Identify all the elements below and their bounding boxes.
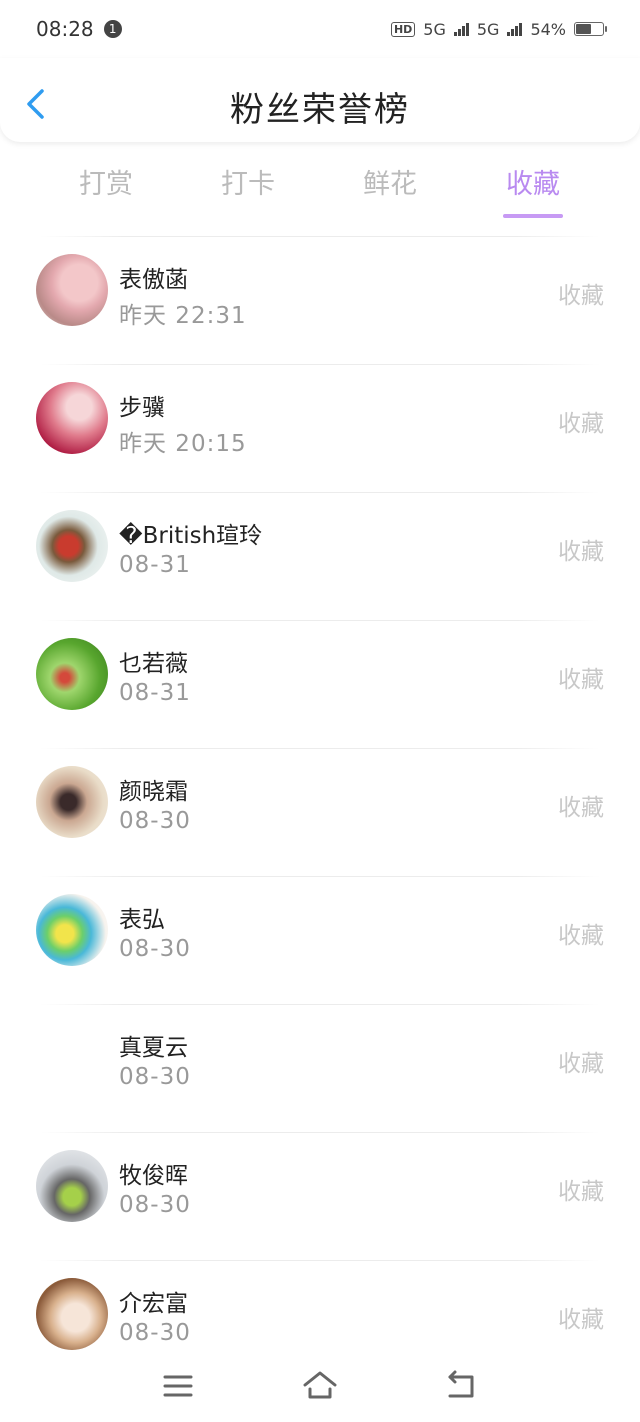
- status-left: 08:28 1: [36, 17, 122, 41]
- divider: [40, 876, 600, 877]
- avatar: [36, 894, 108, 966]
- fan-name: 介宏富: [119, 1291, 188, 1317]
- home-icon[interactable]: [302, 1368, 338, 1404]
- fan-time: 昨天 22:31: [119, 303, 247, 329]
- status-right: HD 5G 5G 54%: [390, 19, 607, 39]
- fan-time: 08-30: [119, 936, 191, 962]
- clock: 08:28: [36, 17, 94, 41]
- avatar: [36, 1278, 108, 1350]
- fan-name: �British瑄玲: [119, 523, 263, 549]
- fan-name: 步骥: [119, 395, 165, 421]
- fan-time: 08-31: [119, 552, 191, 578]
- list-item[interactable]: �British瑄玲 08-31 收藏: [0, 492, 640, 620]
- list-item[interactable]: 乜若薇 08-31 收藏: [0, 620, 640, 748]
- list-item[interactable]: 颜晓霜 08-30 收藏: [0, 748, 640, 876]
- network-label-2: 5G: [476, 19, 500, 39]
- signal-icon-2: [507, 22, 523, 36]
- fan-time: 08-30: [119, 1192, 191, 1218]
- avatar: [36, 254, 108, 326]
- divider: [40, 1004, 600, 1005]
- signal-icon: [453, 22, 469, 36]
- system-nav-bar: [0, 1356, 640, 1422]
- action-label: 收藏: [558, 795, 604, 821]
- avatar: [36, 1150, 108, 1222]
- action-label: 收藏: [558, 923, 604, 949]
- fan-name: 乜若薇: [119, 651, 188, 677]
- header-bar: 粉丝荣誉榜: [0, 58, 640, 142]
- fan-name: 表弘: [119, 907, 165, 933]
- tab-favorites[interactable]: 收藏: [473, 162, 593, 218]
- divider: [40, 620, 600, 621]
- list-item[interactable]: 步骥 昨天 20:15 收藏: [0, 364, 640, 492]
- tab-bar: 打赏 打卡 鲜花 收藏: [0, 150, 640, 220]
- action-label: 收藏: [558, 283, 604, 309]
- list-item[interactable]: 牧俊晖 08-30 收藏: [0, 1132, 640, 1260]
- fan-name: 颜晓霜: [119, 779, 188, 805]
- action-label: 收藏: [558, 539, 604, 565]
- fan-list: 表傲菡 昨天 22:31 收藏 步骥 昨天 20:15 收藏 �British瑄…: [0, 236, 640, 1388]
- tab-label: 打卡: [221, 169, 275, 200]
- list-item[interactable]: 表弘 08-30 收藏: [0, 876, 640, 1004]
- tab-checkin[interactable]: 打卡: [188, 162, 308, 201]
- action-label: 收藏: [558, 411, 604, 437]
- action-label: 收藏: [558, 667, 604, 693]
- list-item[interactable]: 表傲菡 昨天 22:31 收藏: [0, 236, 640, 364]
- avatar: [36, 1022, 108, 1094]
- fan-time: 08-30: [119, 1064, 191, 1090]
- fan-time: 08-30: [119, 1320, 191, 1346]
- fan-name: 表傲菡: [119, 267, 188, 293]
- fan-name: 牧俊晖: [119, 1163, 188, 1189]
- menu-icon[interactable]: [160, 1368, 196, 1404]
- list-item[interactable]: 真夏云 08-30 收藏: [0, 1004, 640, 1132]
- fan-time: 08-30: [119, 808, 191, 834]
- back-icon[interactable]: [444, 1368, 480, 1404]
- divider: [40, 1132, 600, 1133]
- tab-flowers[interactable]: 鲜花: [330, 162, 450, 201]
- active-tab-indicator: [503, 214, 563, 218]
- hd-icon: HD: [390, 21, 416, 37]
- avatar: [36, 766, 108, 838]
- action-label: 收藏: [558, 1307, 604, 1333]
- tab-tip[interactable]: 打赏: [46, 162, 166, 201]
- divider: [40, 748, 600, 749]
- divider: [40, 364, 600, 365]
- divider: [40, 1260, 600, 1261]
- fan-time: 08-31: [119, 680, 191, 706]
- tab-label: 收藏: [506, 169, 560, 200]
- divider: [40, 492, 600, 493]
- status-bar: 08:28 1 HD 5G 5G 54%: [0, 0, 640, 58]
- tab-label: 鲜花: [363, 169, 417, 200]
- fan-time: 昨天 20:15: [119, 431, 247, 457]
- avatar: [36, 510, 108, 582]
- notification-badge: 1: [103, 20, 122, 38]
- page-title: 粉丝荣誉榜: [230, 90, 410, 130]
- battery-icon: [574, 22, 607, 36]
- avatar: [36, 382, 108, 454]
- battery-percent: 54%: [530, 19, 566, 39]
- divider: [40, 236, 600, 237]
- tab-label: 打赏: [79, 169, 133, 200]
- network-label: 5G: [423, 19, 446, 39]
- action-label: 收藏: [558, 1051, 604, 1077]
- action-label: 收藏: [558, 1179, 604, 1205]
- fan-name: 真夏云: [119, 1035, 188, 1061]
- avatar: [36, 638, 108, 710]
